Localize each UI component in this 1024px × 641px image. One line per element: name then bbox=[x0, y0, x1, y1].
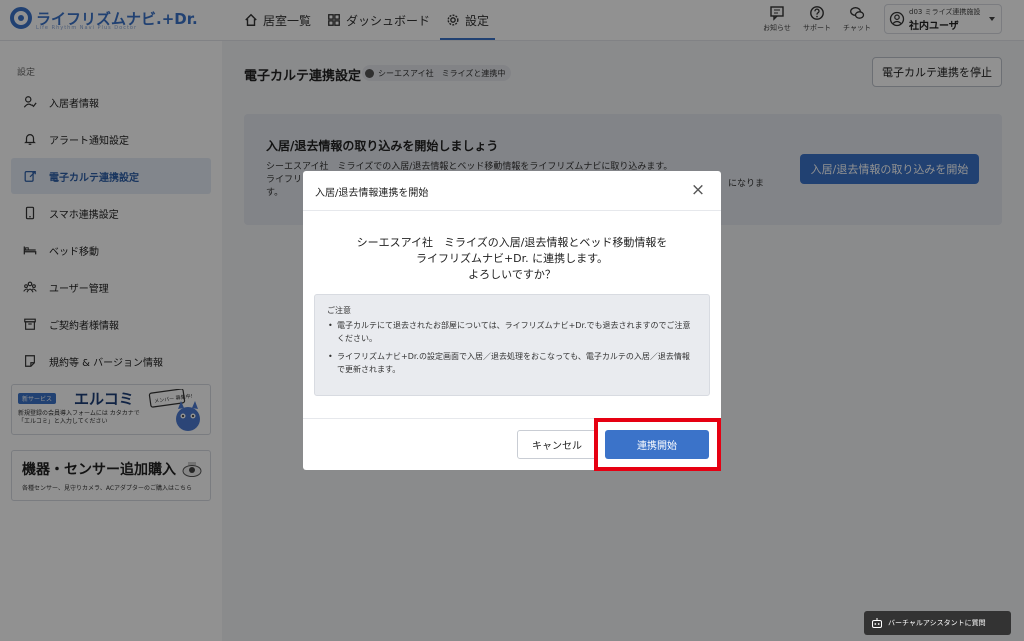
caution-box: ご注意 電子カルテにて退去されたお部屋については、ライフリズムナビ+Dr.でも退… bbox=[314, 294, 710, 396]
dialog-message-line1: シーエスアイ社 ミライズの入居/退去情報とベッド移動情報を bbox=[356, 236, 668, 249]
dialog-message: シーエスアイ社 ミライズの入居/退去情報とベッド移動情報を ライフリズムナビ+D… bbox=[303, 235, 721, 283]
dialog-message-line2: ライフリズムナビ+Dr. に連携します。 bbox=[415, 252, 609, 265]
list-item: 電子カルテにて退去されたお部屋については、ライフリズムナビ+Dr.でも退去されま… bbox=[327, 319, 697, 345]
dialog-header: 入居/退去情報連携を開始 × bbox=[303, 171, 721, 211]
caution-title: ご注意 bbox=[327, 306, 351, 315]
robot-icon bbox=[872, 618, 882, 628]
dialog-title: 入居/退去情報連携を開始 bbox=[315, 188, 429, 199]
virtual-assistant-button[interactable]: バーチャルアシスタントに質問 bbox=[864, 611, 1011, 635]
close-icon[interactable]: × bbox=[689, 181, 707, 199]
caution-list: 電子カルテにて退去されたお部屋については、ライフリズムナビ+Dr.でも退去されま… bbox=[327, 319, 697, 376]
list-item: ライフリズムナビ+Dr.の設定画面で入居／退去処理をおこなっても、電子カルテの入… bbox=[327, 350, 697, 376]
cancel-button[interactable]: キャンセル bbox=[517, 430, 597, 459]
highlight-frame bbox=[594, 418, 721, 471]
virtual-assistant-label: バーチャルアシスタントに質問 bbox=[888, 619, 986, 627]
dialog-message-line3: よろしいですか？ bbox=[468, 268, 556, 281]
